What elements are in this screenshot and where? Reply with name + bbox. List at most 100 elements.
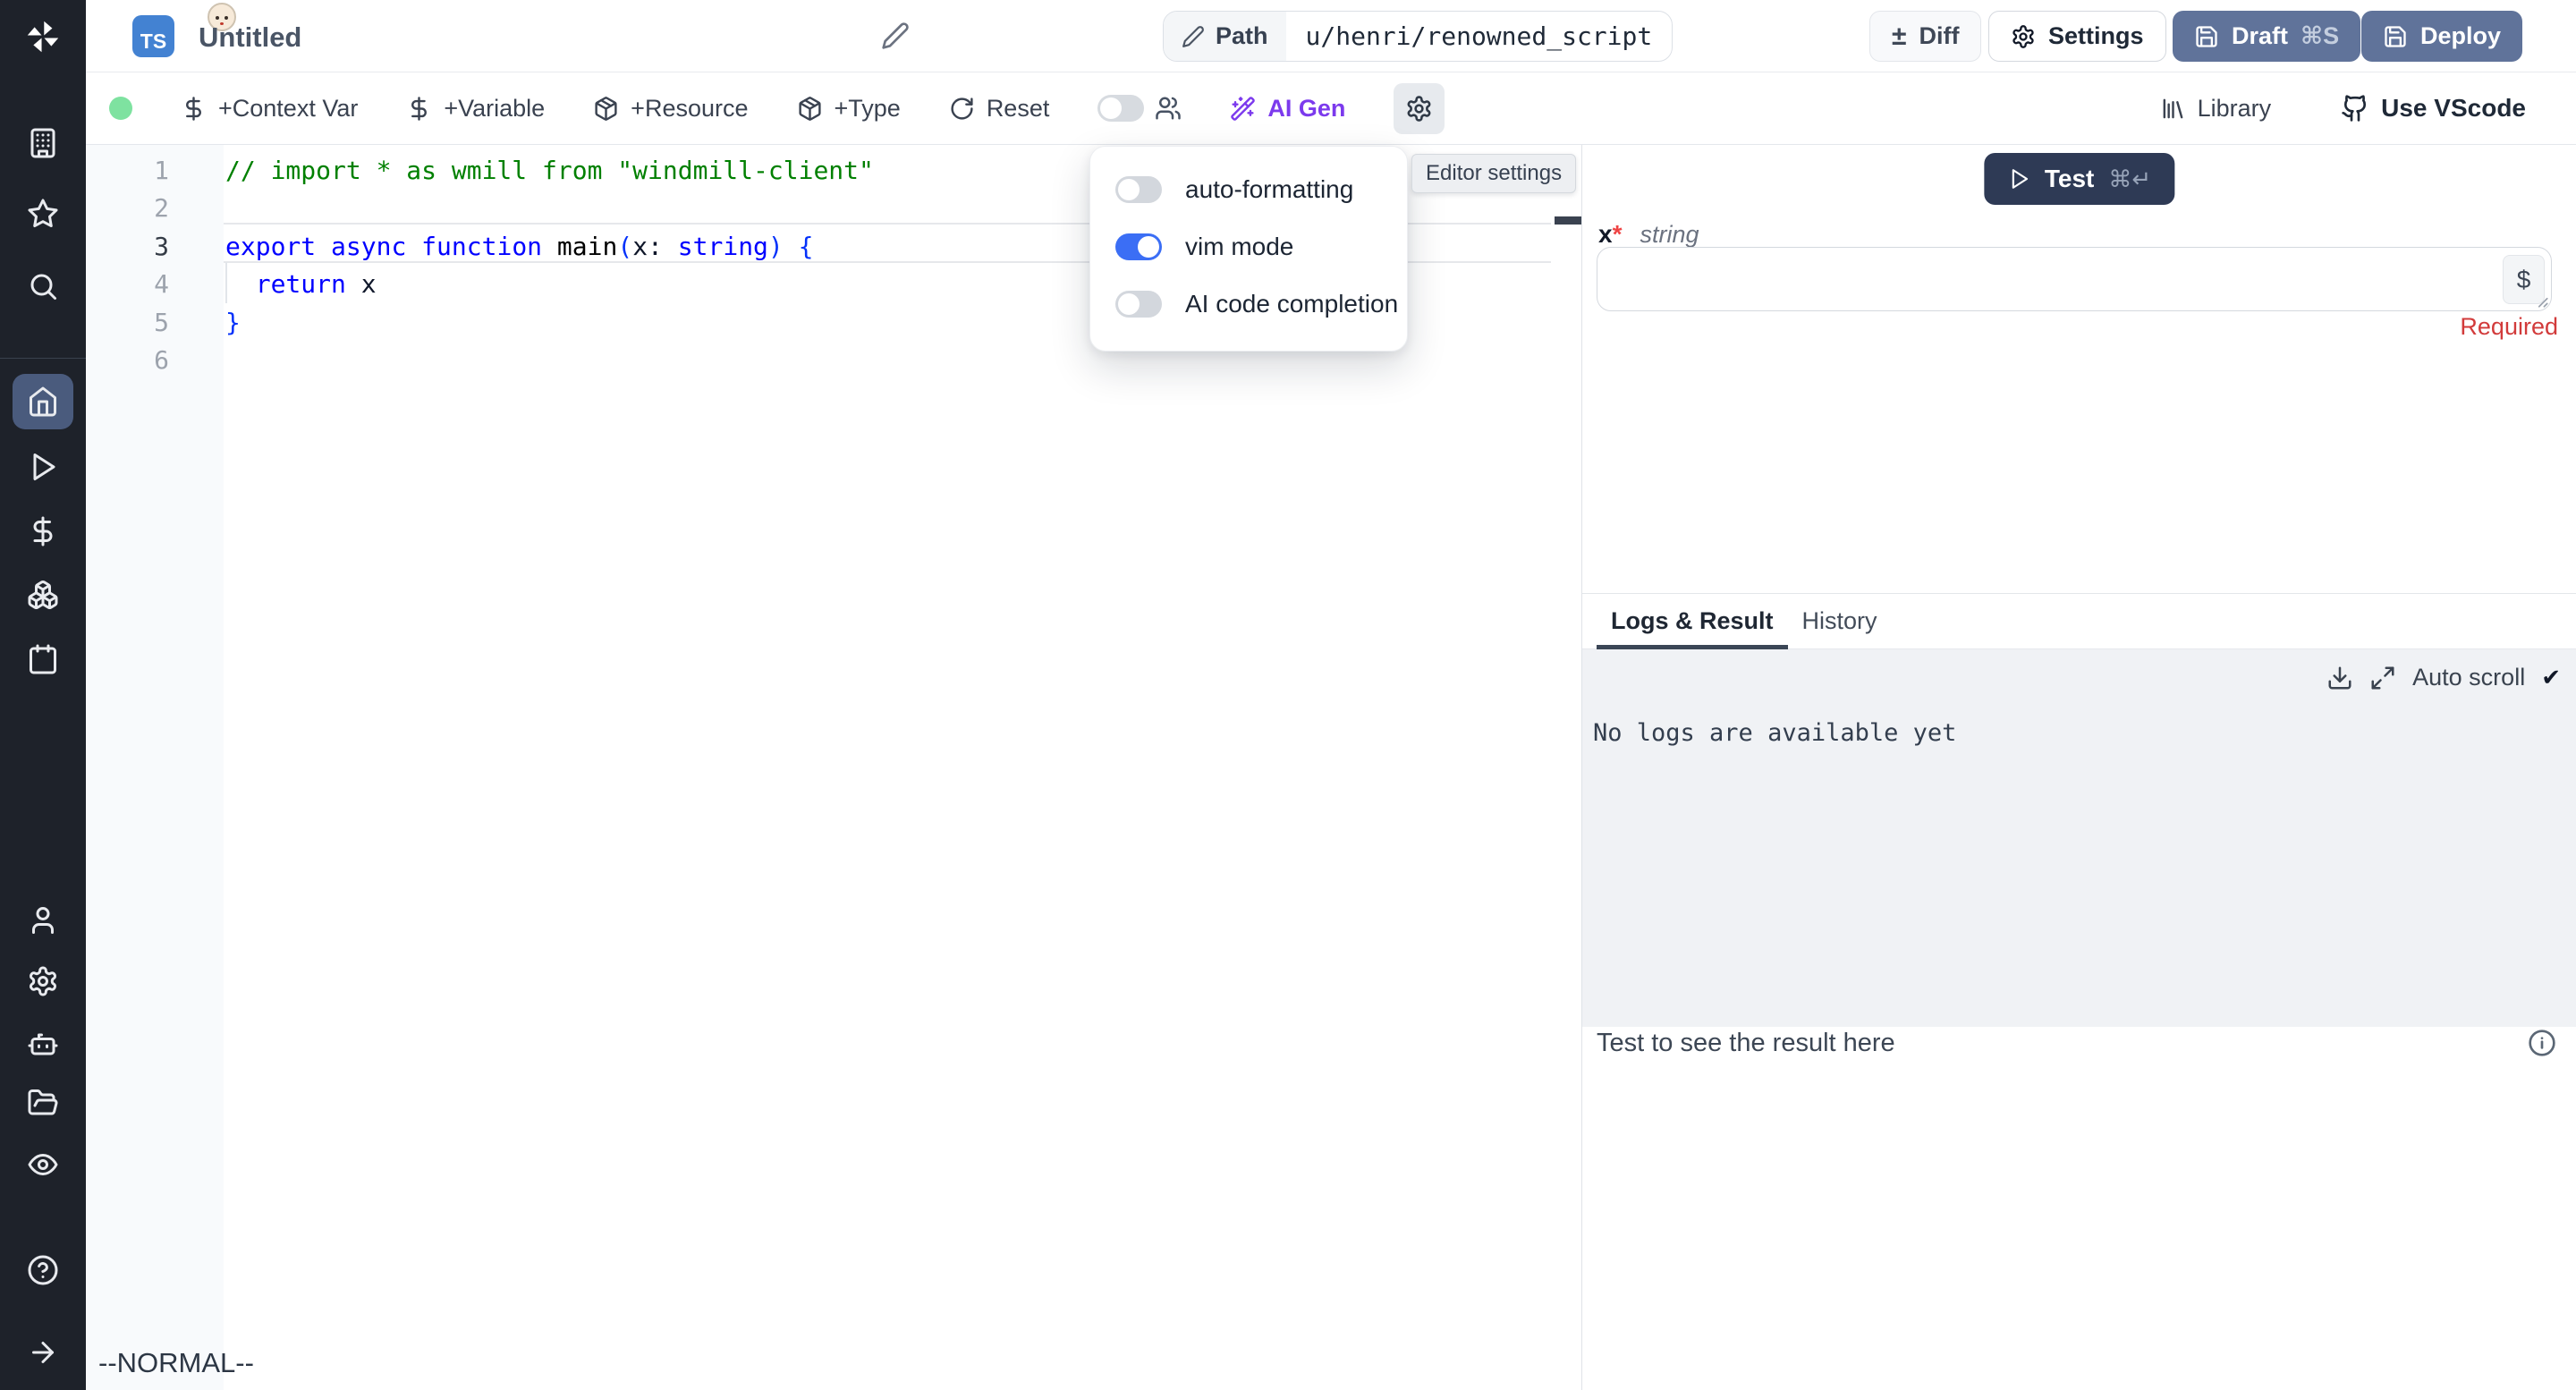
- tab-logs-result[interactable]: Logs & Result: [1597, 594, 1788, 648]
- draft-button[interactable]: Draft ⌘S: [2173, 11, 2360, 62]
- search-icon: [27, 270, 59, 302]
- expand-logs-icon[interactable]: [2369, 665, 2396, 691]
- settings-button-label: Settings: [2048, 22, 2144, 50]
- edit-summary-pencil-icon[interactable]: [881, 21, 910, 50]
- add-context-var-label: +Context Var: [218, 95, 358, 123]
- use-vscode-button[interactable]: Use VScode: [2341, 94, 2526, 123]
- sidebar-item-gear[interactable]: [13, 954, 73, 1009]
- line-number: 4: [86, 265, 169, 303]
- sidebar-item-bot[interactable]: [13, 1015, 73, 1071]
- folder-icon: [27, 1087, 59, 1119]
- logs-tabs: Logs & ResultHistory: [1582, 594, 2576, 649]
- draft-shortcut: ⌘S: [2301, 22, 2339, 50]
- dollar-button-label: $: [2517, 266, 2531, 294]
- diff-icon: ±: [1892, 23, 1906, 50]
- sidebar-item-user[interactable]: [13, 893, 73, 948]
- ai-gen-button[interactable]: AI Gen: [1230, 95, 1345, 123]
- user-icon: [27, 904, 59, 937]
- path-editor[interactable]: Path u/henri/renowned_script: [1163, 11, 1673, 62]
- gear-icon: [2011, 24, 2036, 49]
- resize-handle-icon[interactable]: [2533, 292, 2549, 309]
- add-resource-button[interactable]: +Resource: [593, 95, 748, 123]
- line-number: 3: [86, 227, 169, 266]
- arrow-right-icon: [27, 1336, 59, 1369]
- sidebar-item-help[interactable]: [13, 1242, 73, 1298]
- settings-button[interactable]: Settings: [1988, 11, 2166, 62]
- editor-toolbar: +Context Var +Variable +Resource +Type R…: [86, 72, 2576, 145]
- edit-path-pencil-icon: [1182, 25, 1205, 48]
- windmill-logo-icon: [23, 17, 63, 56]
- diff-button[interactable]: ± Diff: [1869, 11, 1981, 62]
- add-variable-button[interactable]: +Variable: [406, 95, 545, 123]
- collab-mode-toggle[interactable]: [1097, 95, 1144, 122]
- sidebar-item-folder[interactable]: [13, 1075, 73, 1131]
- add-type-button[interactable]: +Type: [797, 95, 901, 123]
- dollar-icon: [181, 96, 207, 122]
- menu-label-auto-formatting: auto-formatting: [1185, 175, 1353, 204]
- argument-x-input[interactable]: [1608, 255, 2485, 303]
- auto-scroll-checkmark[interactable]: ✔: [2541, 664, 2561, 691]
- sidebar-item-search[interactable]: [13, 259, 73, 314]
- windmill-logo[interactable]: [0, 0, 86, 72]
- info-icon[interactable]: [2528, 1029, 2556, 1057]
- play-icon: [2007, 167, 2030, 191]
- argument-row: x* string: [1598, 220, 1699, 249]
- download-logs-icon[interactable]: [2326, 665, 2353, 691]
- sidebar-item-eye[interactable]: [13, 1137, 73, 1192]
- sidebar-item-dollar[interactable]: [13, 504, 73, 559]
- library-button[interactable]: Library: [2160, 95, 2272, 123]
- menu-label-vim-mode: vim mode: [1185, 233, 1293, 261]
- test-button[interactable]: Test ⌘↵: [1984, 153, 2174, 205]
- sidebar-item-star[interactable]: [13, 186, 73, 242]
- required-hint: Required: [2460, 313, 2558, 341]
- dollar-icon: [406, 96, 432, 122]
- test-shortcut: ⌘↵: [2108, 165, 2151, 193]
- test-button-label: Test: [2045, 165, 2095, 193]
- toggle-auto-formatting[interactable]: [1115, 176, 1162, 203]
- vim-mode-statusbar: --NORMAL--: [98, 1347, 254, 1379]
- save-icon: [2194, 24, 2219, 49]
- magic-wand-icon: [1230, 96, 1256, 122]
- path-label-section: Path: [1164, 12, 1286, 61]
- path-label: Path: [1216, 22, 1268, 50]
- sidebar-item-building[interactable]: [13, 115, 73, 171]
- editor-settings-tooltip: Editor settings: [1411, 154, 1576, 193]
- sidebar-item-home[interactable]: [13, 374, 73, 429]
- sidebar-item-boxes[interactable]: [13, 567, 73, 623]
- topbar: TS Untitled Path u/henri/renowned_script…: [86, 0, 2576, 72]
- add-type-label: +Type: [835, 95, 901, 123]
- logs-panel: Auto scroll ✔ No logs are available yet: [1582, 649, 2576, 1027]
- add-context-var-button[interactable]: +Context Var: [181, 95, 358, 123]
- building-icon: [27, 127, 59, 159]
- add-variable-label: +Variable: [444, 95, 545, 123]
- star-icon: [27, 198, 59, 230]
- sidebar-item-play[interactable]: [13, 439, 73, 495]
- rotate-icon: [949, 96, 975, 122]
- github-octocat-icon: [2341, 94, 2369, 123]
- dollar-icon: [27, 515, 59, 547]
- line-number: 5: [86, 303, 169, 342]
- tab-history[interactable]: History: [1788, 594, 1892, 648]
- ai-gen-label: AI Gen: [1267, 95, 1345, 123]
- reset-button[interactable]: Reset: [949, 95, 1050, 123]
- editor-settings-button[interactable]: [1394, 83, 1445, 134]
- save-icon: [2383, 24, 2408, 49]
- sidebar-item-calendar[interactable]: [13, 631, 73, 687]
- add-resource-label: +Resource: [631, 95, 748, 123]
- reset-label: Reset: [987, 95, 1050, 123]
- play-icon: [27, 451, 59, 483]
- menu-row-auto-formatting: auto-formatting: [1115, 170, 1382, 209]
- home-icon: [27, 386, 59, 418]
- draft-button-label: Draft: [2232, 22, 2288, 50]
- sidebar-item-arrow-right[interactable]: [13, 1325, 73, 1380]
- help-icon: [27, 1254, 59, 1286]
- no-logs-message: No logs are available yet: [1593, 719, 1956, 747]
- page-title: Untitled: [199, 21, 301, 54]
- auto-scroll-label[interactable]: Auto scroll: [2412, 664, 2525, 691]
- toggle-vim-mode[interactable]: [1115, 233, 1162, 260]
- typescript-badge: TS: [132, 15, 174, 57]
- diff-button-label: Diff: [1919, 22, 1959, 50]
- deploy-button[interactable]: Deploy: [2361, 11, 2522, 62]
- toggle-ai-code-completion[interactable]: [1115, 291, 1162, 318]
- overview-ruler-cursor-mark: [1555, 216, 1581, 225]
